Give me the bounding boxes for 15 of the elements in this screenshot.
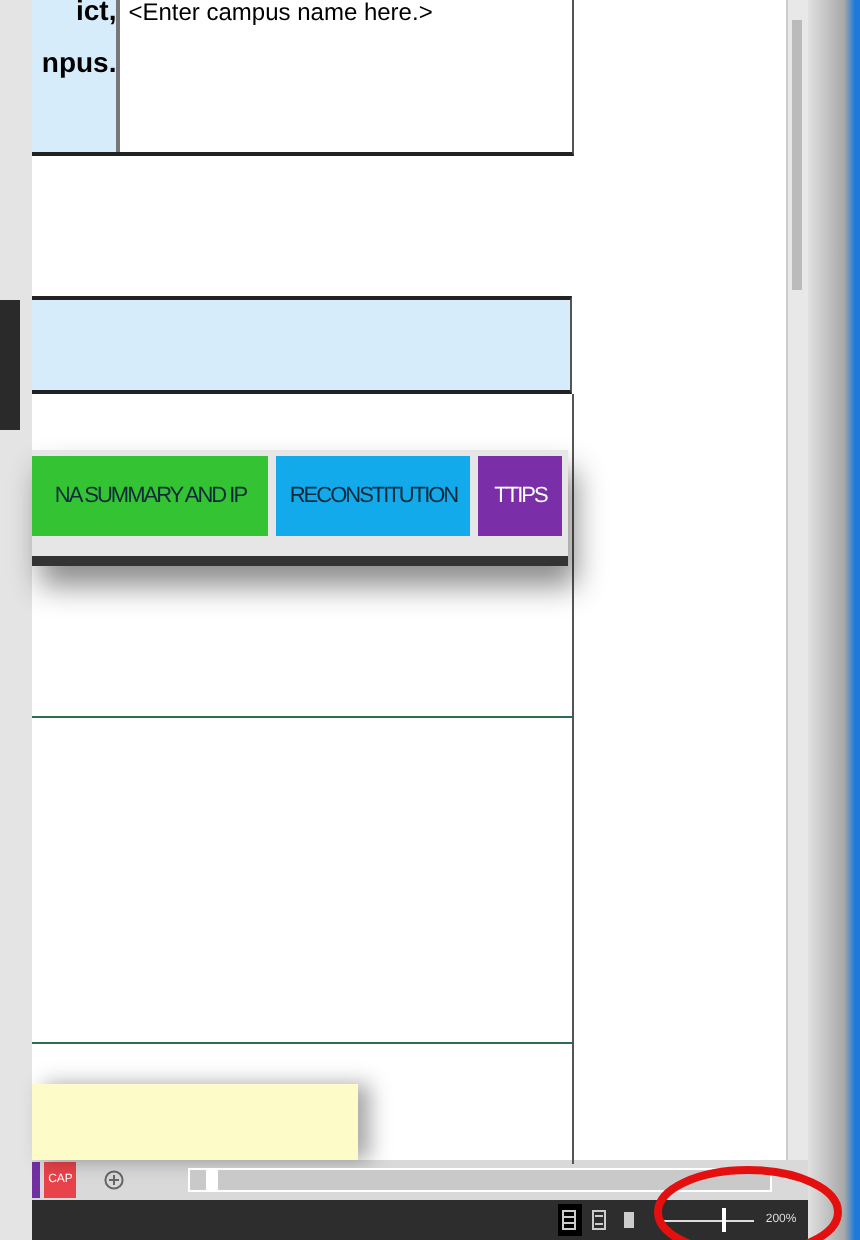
view-button[interactable]: [557, 1204, 582, 1236]
page-view-icon: [562, 1210, 577, 1230]
macro-button[interactable]: NA SUMMARY AND IP: [32, 456, 269, 536]
window-edge: [0, 300, 20, 430]
horizontal-scrollbar[interactable]: [188, 1168, 773, 1192]
add-sheet-icon[interactable]: [104, 1170, 125, 1190]
vertical-scrollbar[interactable]: [786, 0, 809, 1160]
sheet-tab[interactable]: [32, 1162, 41, 1198]
view-button[interactable]: [587, 1204, 612, 1236]
macro-button[interactable]: TTIPS: [478, 456, 563, 536]
table-cell-text: <Enter campus name here.>: [126, 0, 433, 30]
page-view-icon: [592, 1210, 607, 1230]
page-view-icon: [622, 1210, 637, 1230]
macro-button[interactable]: RECONSTITUTION: [276, 456, 471, 536]
table-cell: ict, npus.: [32, 0, 121, 152]
